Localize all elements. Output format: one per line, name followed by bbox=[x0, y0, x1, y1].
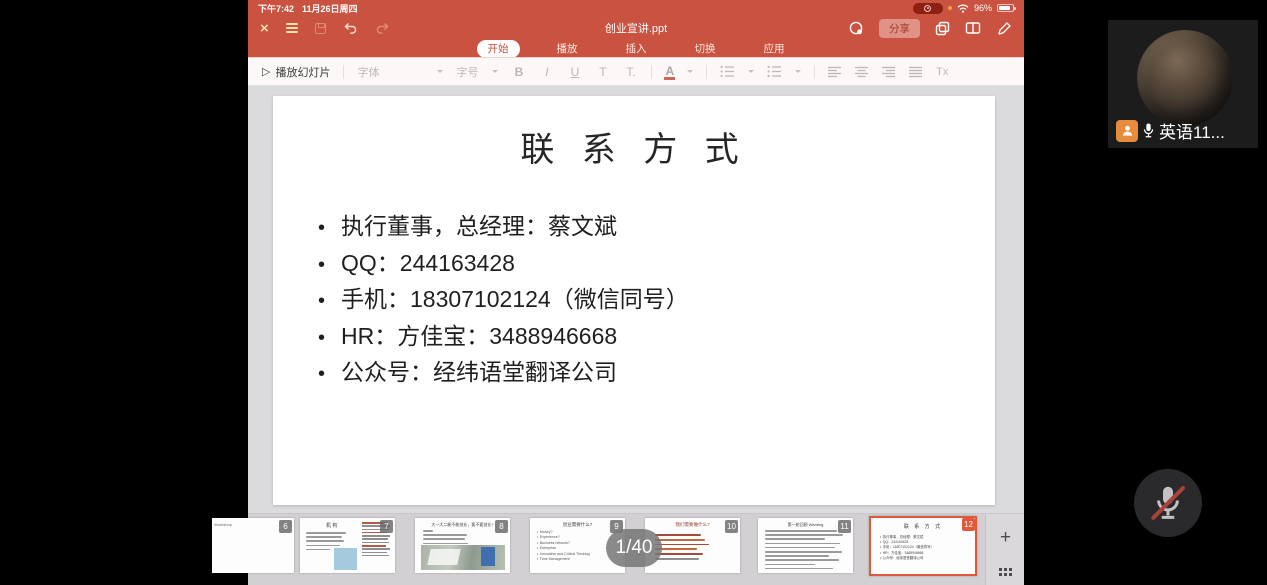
slide-number-badge: 7 bbox=[380, 520, 393, 533]
chevron-down-icon[interactable] bbox=[795, 70, 801, 73]
current-slide[interactable]: 联 系 方 式 执行董事，总经理：蔡文斌QQ：244163428手机：18307… bbox=[273, 96, 995, 505]
mic-in-use-dot bbox=[948, 6, 952, 10]
share-button[interactable]: 分享 bbox=[879, 19, 920, 38]
grid-icon bbox=[999, 568, 1012, 576]
thumbnail-title: 联 系 方 式 bbox=[871, 523, 975, 530]
thumbnail-slide-12-active[interactable]: 联 系 方 式 执行董事，总经理：蔡文斌QQ：244163428手机：18307… bbox=[869, 516, 977, 576]
tab-play[interactable]: 播放 bbox=[546, 40, 589, 58]
tab-home[interactable]: 开始 bbox=[477, 40, 520, 58]
undo-icon[interactable] bbox=[343, 21, 358, 35]
close-icon[interactable]: × bbox=[260, 21, 269, 36]
add-slide-button[interactable]: + bbox=[986, 522, 1025, 554]
thumbnail-bullets: Money?Experience?Business network?Enterp… bbox=[537, 530, 590, 562]
battery-icon bbox=[997, 4, 1014, 13]
editor-canvas: 联 系 方 式 执行董事，总经理：蔡文斌QQ：244163428手机：18307… bbox=[248, 86, 1024, 585]
list-item: 手机：18307102124（微信同号） bbox=[318, 282, 995, 319]
font-size-dropdown[interactable]: 字号 bbox=[456, 64, 498, 80]
chevron-down-icon[interactable] bbox=[687, 70, 693, 73]
menu-icon[interactable] bbox=[286, 23, 298, 33]
font-color-button[interactable]: A bbox=[665, 64, 674, 80]
thumbnail-slide-11[interactable]: 第一轮回顾 Wanting 11 bbox=[758, 518, 853, 573]
status-date: 11月26日周四 bbox=[302, 2, 358, 15]
toolbar-right-group: 分享 bbox=[848, 19, 1012, 38]
thumbnail-slide-6[interactable]: Workshop 6 bbox=[212, 518, 294, 573]
list-item: QQ：244163428 bbox=[318, 246, 995, 283]
text-style-button[interactable]: T. bbox=[623, 65, 638, 79]
presenter-badge bbox=[1116, 120, 1138, 142]
screen-recording-indicator[interactable] bbox=[913, 3, 943, 14]
history-icon[interactable] bbox=[848, 20, 864, 36]
slide-number-badge: 11 bbox=[838, 520, 851, 533]
thumbnail-bullets: 执行董事，总经理：蔡文斌QQ：244163428手机：18307102124（微… bbox=[880, 535, 934, 561]
grid-view-button[interactable] bbox=[986, 560, 1025, 584]
play-slideshow-button[interactable]: ▷ 播放幻灯片 bbox=[262, 64, 330, 80]
underline-button[interactable]: U bbox=[567, 65, 582, 79]
status-time-date: 下午7:42 11月26日周四 bbox=[258, 2, 358, 15]
ribbon-tabs: 开始 播放 插入 切换 应用 bbox=[248, 40, 1024, 57]
slide-filmstrip: Workshop 6 机 构 7 大一大二能不能创业，要不要创业? bbox=[248, 513, 1024, 585]
save-icon[interactable] bbox=[315, 23, 326, 34]
toolbar-left-group: × bbox=[260, 21, 390, 36]
thumbnail-slide-7[interactable]: 机 构 7 bbox=[300, 518, 395, 573]
filmstrip-side-panel: + bbox=[985, 514, 1024, 585]
thumbnail-text-fragment: Workshop bbox=[214, 522, 254, 527]
app-toolbar: × 创业宣讲.ppt 分享 bbox=[248, 16, 1024, 40]
status-indicators: 96% bbox=[913, 3, 1014, 14]
participant-label: 英语11... bbox=[1116, 118, 1225, 143]
record-icon bbox=[924, 5, 931, 12]
meeting-window: 下午7:42 11月26日周四 96% × bbox=[0, 0, 1267, 585]
mic-icon bbox=[1142, 122, 1155, 139]
thumbnail-slide-8[interactable]: 大一大二能不能创业，要不要创业? 8 bbox=[415, 518, 510, 573]
clear-format-button[interactable]: Tx bbox=[936, 66, 948, 78]
slide-number-badge: 12 bbox=[962, 518, 975, 531]
chevron-down-icon bbox=[437, 70, 443, 73]
list-item: Time Management bbox=[537, 557, 590, 562]
list-item: 公众号：经纬语堂翻译公司 bbox=[880, 556, 934, 561]
list-item: HR：方佳宝：3488946668 bbox=[318, 319, 995, 356]
align-right-button[interactable] bbox=[882, 66, 896, 78]
participant-name: 英语11... bbox=[1159, 118, 1225, 143]
align-center-button[interactable] bbox=[855, 66, 869, 78]
tab-apps[interactable]: 应用 bbox=[753, 40, 796, 58]
numbered-list-button[interactable] bbox=[767, 65, 782, 78]
tab-insert[interactable]: 插入 bbox=[615, 40, 658, 58]
thumbnail-photo bbox=[421, 545, 505, 570]
participant-video-tile[interactable]: 英语11... bbox=[1108, 20, 1258, 148]
list-item: 手机：18307102124（微信同号） bbox=[880, 545, 934, 550]
slide-number-badge: 6 bbox=[279, 520, 292, 533]
pen-icon[interactable] bbox=[996, 21, 1012, 36]
wifi-icon bbox=[957, 4, 969, 13]
align-left-button[interactable] bbox=[828, 66, 842, 78]
format-toolbar: ▷ 播放幻灯片 字体 字号 B I U T T. A bbox=[248, 57, 1024, 86]
list-item: 公众号：经纬语堂翻译公司 bbox=[318, 355, 995, 392]
battery-percent: 96% bbox=[974, 3, 992, 13]
status-time: 下午7:42 bbox=[258, 2, 294, 15]
font-name-dropdown[interactable]: 字体 bbox=[357, 64, 443, 80]
slide-number-badge: 10 bbox=[725, 520, 738, 533]
copy-icon[interactable] bbox=[935, 21, 950, 36]
chevron-down-icon[interactable] bbox=[748, 70, 754, 73]
play-icon: ▷ bbox=[262, 65, 270, 78]
thumbnail-image bbox=[334, 548, 357, 570]
tab-transition[interactable]: 切换 bbox=[684, 40, 727, 58]
status-bar: 下午7:42 11月26日周四 96% bbox=[248, 0, 1024, 16]
page-indicator: 1/40 bbox=[606, 529, 662, 567]
italic-button[interactable]: I bbox=[539, 65, 554, 79]
slide-bullet-list: 执行董事，总经理：蔡文斌QQ：244163428手机：18307102124（微… bbox=[318, 209, 995, 392]
bold-button[interactable]: B bbox=[511, 65, 526, 79]
screen-share-area: 下午7:42 11月26日周四 96% × bbox=[248, 0, 1024, 585]
redo-icon[interactable] bbox=[375, 21, 390, 35]
person-icon bbox=[1121, 124, 1134, 137]
chevron-down-icon bbox=[492, 70, 498, 73]
participant-avatar bbox=[1137, 30, 1233, 126]
bullet-list-button[interactable] bbox=[720, 65, 735, 78]
document-title: 创业宣讲.ppt bbox=[605, 20, 667, 36]
text-effect-button[interactable]: T bbox=[595, 65, 610, 79]
slide-number-badge: 8 bbox=[495, 520, 508, 533]
list-item: 执行董事，总经理：蔡文斌 bbox=[318, 209, 995, 246]
book-icon[interactable] bbox=[965, 21, 981, 35]
mute-button[interactable] bbox=[1134, 469, 1202, 537]
align-justify-button[interactable] bbox=[909, 66, 923, 78]
slide-title: 联 系 方 式 bbox=[273, 122, 995, 171]
